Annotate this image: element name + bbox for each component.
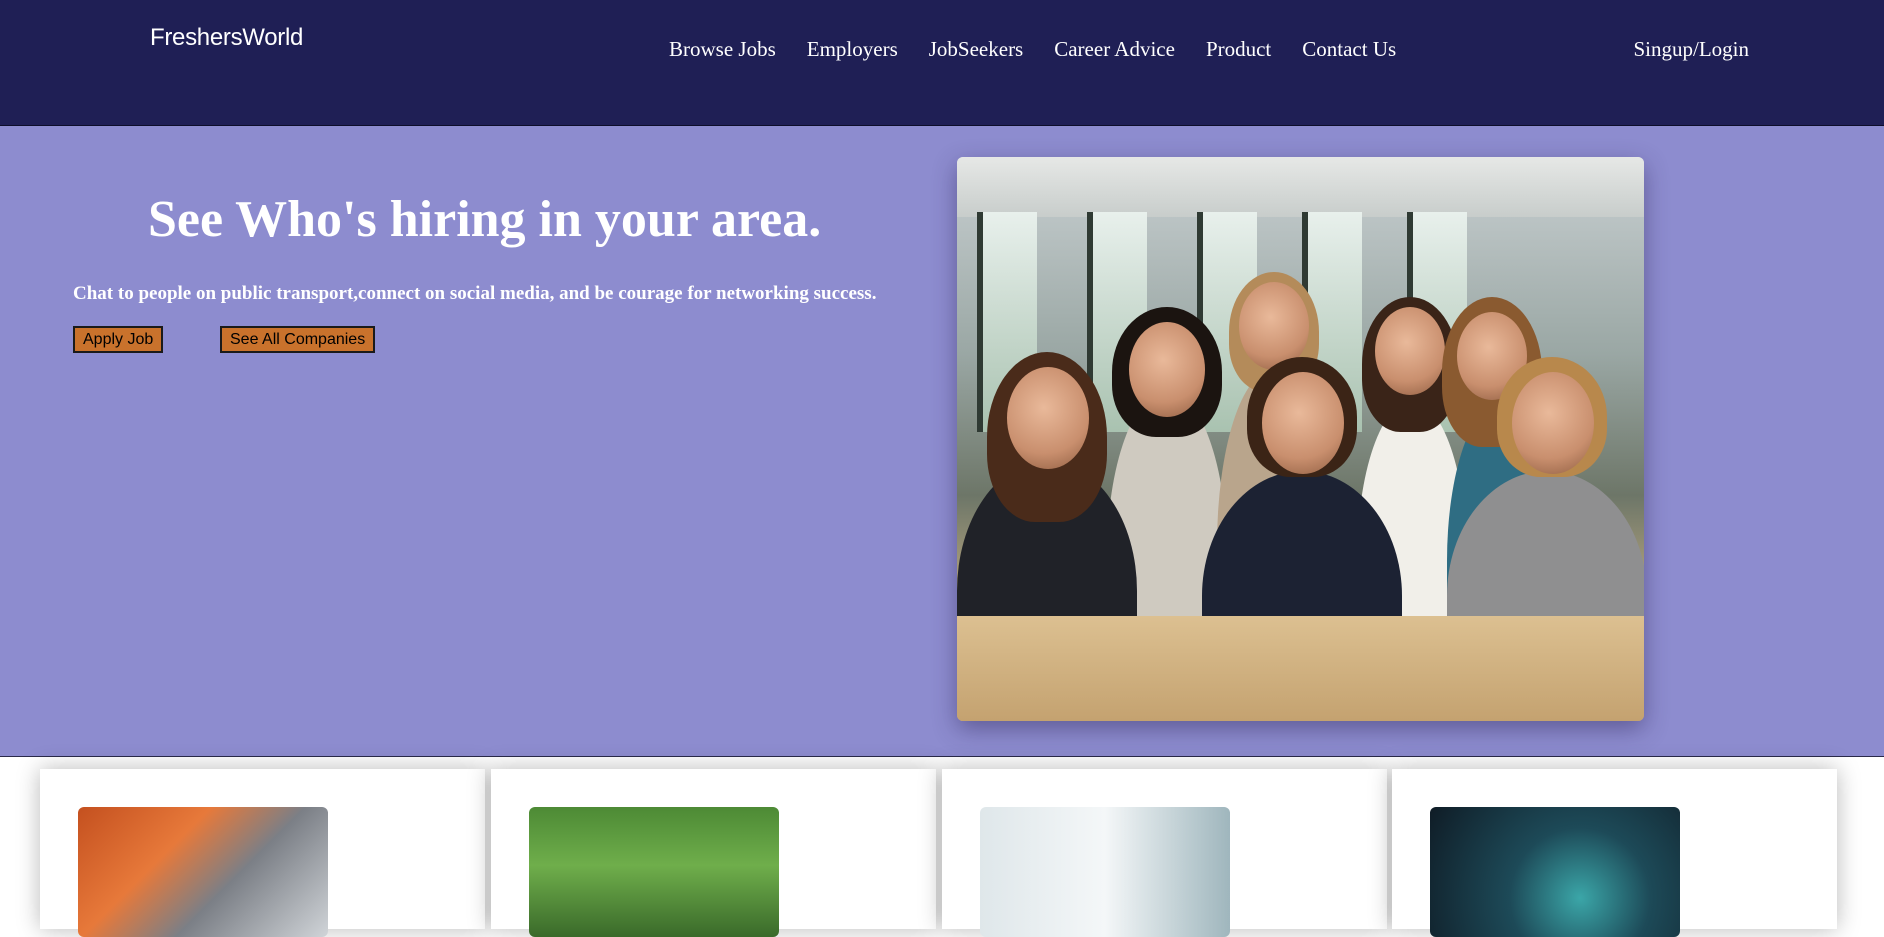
signup-login-link[interactable]: Singup/Login [1633,37,1749,62]
see-all-companies-button[interactable]: See All Companies [220,326,376,353]
category-card[interactable] [491,769,936,937]
hero-title: See Who's hiring in your area. [148,191,822,248]
hero-subtitle: Chat to people on public transport,conne… [73,283,877,304]
nav-link-browse-jobs[interactable]: Browse Jobs [669,37,776,62]
photo-person-face [1375,307,1445,395]
nav-link-jobseekers[interactable]: JobSeekers [929,37,1023,62]
photo-person-face [1129,322,1205,417]
card-image-graduate [529,807,779,937]
hero-team-photo [957,157,1644,721]
photo-ceiling [957,157,1644,217]
category-cards [40,769,1840,937]
photo-person-face [1262,372,1344,474]
photo-desk [957,616,1644,721]
hero-section: See Who's hiring in your area. Chat to p… [0,126,1884,757]
nav-link-employers[interactable]: Employers [807,37,898,62]
nav-link-contact-us[interactable]: Contact Us [1302,37,1396,62]
category-card[interactable] [1392,769,1837,937]
category-card[interactable] [942,769,1387,937]
top-navbar: FreshersWorld Browse Jobs Employers JobS… [0,0,1884,126]
nav-link-career-advice[interactable]: Career Advice [1054,37,1175,62]
photo-person-face [1512,372,1594,474]
nav-link-product[interactable]: Product [1206,37,1271,62]
card-image-business-woman [980,807,1230,937]
apply-job-button[interactable]: Apply Job [73,326,164,353]
brand-logo[interactable]: FreshersWorld [150,24,303,52]
main-nav: Browse Jobs Employers JobSeekers Career … [669,37,1396,62]
photo-person-face [1007,367,1089,469]
card-image-engineer [78,807,328,937]
card-image-technology [1430,807,1680,937]
category-card[interactable] [40,769,485,937]
